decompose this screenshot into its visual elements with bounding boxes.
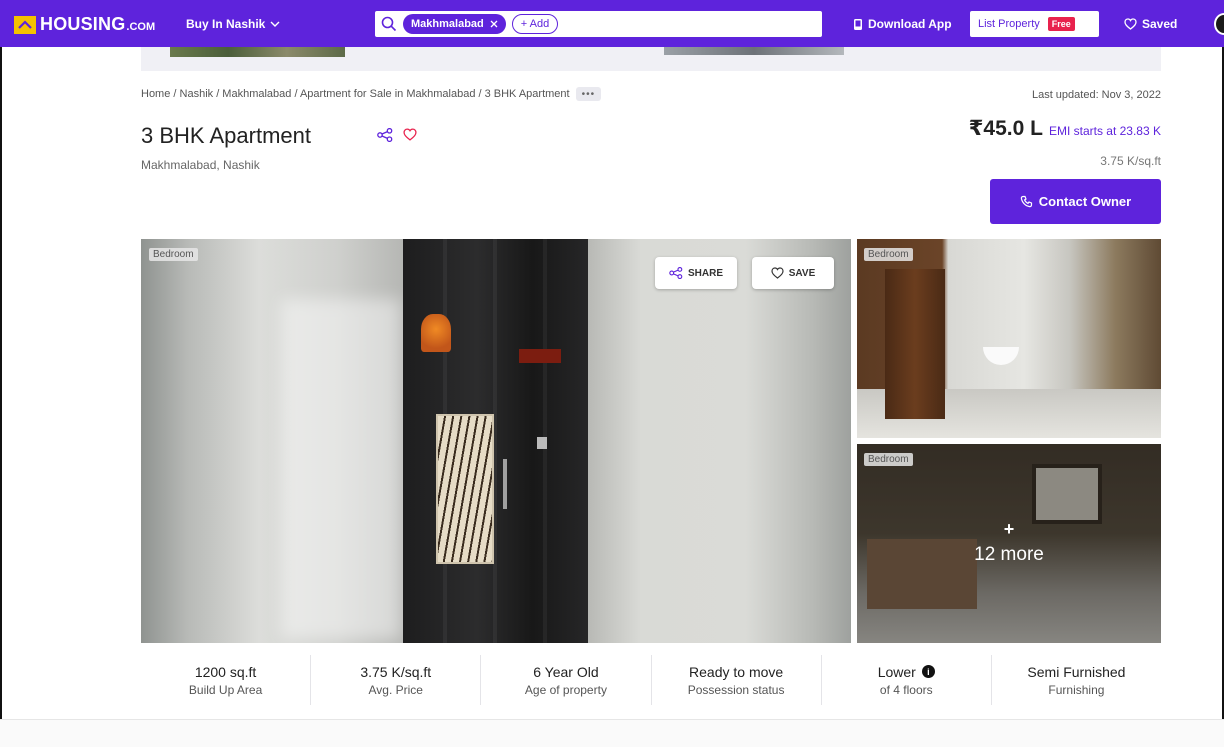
city-select-label: Buy In Nashik — [186, 17, 266, 31]
logo-word: HOUSING — [40, 14, 126, 34]
photo-handle — [503, 459, 507, 509]
free-badge: Free — [1047, 17, 1075, 31]
next-section — [0, 720, 1224, 747]
info-icon[interactable]: i — [921, 665, 935, 678]
photo-tag: Bedroom — [864, 453, 913, 466]
fact-value: 3.75 K/sq.ft — [360, 663, 432, 680]
side-property-photo[interactable]: Bedroom — [857, 239, 1161, 438]
emi-link[interactable]: EMI starts at 23.83 K — [1049, 124, 1161, 138]
fact-avg-price: 3.75 K/sq.ft Avg. Price — [311, 655, 482, 705]
share-icon — [669, 267, 683, 279]
breadcrumb: Home / Nashik / Makhmalabad / Apartment … — [141, 87, 602, 101]
city-select[interactable]: Buy In Nashik — [186, 17, 280, 31]
fact-value: Ready to move — [689, 663, 784, 680]
price: ₹45.0 L — [968, 117, 1043, 140]
fact-value: Lower — [877, 663, 916, 680]
add-locality-button[interactable]: + Add — [511, 14, 559, 34]
fact-furnishing: Semi Furnished Furnishing — [992, 655, 1161, 705]
page-title: 3 BHK Apartment — [141, 123, 311, 148]
close-icon[interactable] — [490, 20, 498, 28]
save-button[interactable]: SAVE — [752, 257, 834, 289]
photo-switch — [537, 437, 547, 449]
fact-label: Avg. Price — [368, 682, 423, 697]
list-property-button[interactable]: List Property Free — [970, 11, 1099, 37]
photo-nameplate — [519, 349, 561, 363]
fact-floor: Lower i of 4 floors — [822, 655, 992, 705]
photo-grill — [436, 414, 494, 564]
photo-idol — [421, 314, 451, 352]
title-actions — [377, 128, 417, 142]
fact-value: Semi Furnished — [1027, 663, 1126, 680]
fact-value: 1200 sq.ft — [194, 663, 257, 680]
fact-possession: Ready to move Possession status — [652, 655, 822, 705]
more-plus-icon: + — [1003, 519, 1015, 539]
strip-thumbnail[interactable] — [170, 47, 345, 57]
strip-thumbnail[interactable] — [664, 47, 844, 55]
contact-owner-label: Contact Owner — [1038, 194, 1132, 209]
breadcrumb-path[interactable]: Home / Nashik / Makhmalabad / Apartment … — [141, 88, 570, 100]
saved-link[interactable]: Saved — [1124, 17, 1177, 31]
breadcrumb-more-button[interactable]: ••• — [575, 87, 602, 101]
photo-door — [885, 269, 945, 419]
heart-icon — [1124, 18, 1137, 30]
photo-door — [403, 239, 588, 643]
fact-value: 6 Year Old — [533, 663, 599, 680]
price-per-sqft: 3.75 K/sq.ft — [1100, 154, 1161, 168]
chevron-down-icon — [270, 21, 280, 27]
photo-wall — [588, 239, 851, 643]
heart-icon — [771, 267, 784, 279]
phone-icon — [854, 18, 862, 30]
contact-owner-button[interactable]: Contact Owner — [990, 179, 1161, 224]
house-logo-icon — [14, 15, 36, 34]
property-facts: 1200 sq.ft Build Up Area 3.75 K/sq.ft Av… — [141, 655, 1161, 705]
fact-value-row: Lower i — [878, 664, 935, 680]
share-label: SHARE — [687, 267, 723, 279]
photo-tag: Bedroom — [864, 248, 913, 261]
search-icon — [381, 16, 397, 32]
locality-text: Makhmalabad, Nashik — [141, 158, 260, 172]
phone-call-icon — [1020, 195, 1032, 208]
share-icon[interactable] — [377, 128, 393, 142]
fact-label: Build Up Area — [188, 682, 263, 697]
fact-build-up-area: 1200 sq.ft Build Up Area — [141, 655, 312, 705]
photo-sink — [983, 347, 1019, 365]
more-photos-count: 12 more — [974, 544, 1044, 565]
photo-light — [281, 299, 401, 639]
list-property-label: List Property — [978, 18, 1040, 30]
price-row: ₹45.0 L EMI starts at 23.83 K — [969, 116, 1161, 141]
fact-label: Age of property — [524, 682, 607, 697]
fact-label: of 4 floors — [879, 682, 933, 697]
saved-label: Saved — [1142, 17, 1178, 31]
share-button[interactable]: SHARE — [655, 257, 737, 289]
last-updated: Last updated: Nov 3, 2022 — [1031, 89, 1161, 101]
heart-icon[interactable] — [403, 128, 417, 141]
fact-label: Possession status — [687, 682, 785, 697]
fact-label: Furnishing — [1048, 682, 1105, 697]
locality-chip-label: Makhmalabad — [411, 18, 484, 30]
photo-tag: Bedroom — [149, 248, 198, 261]
fact-age: 6 Year Old Age of property — [481, 655, 652, 705]
search-bar[interactable]: Makhmalabad + Add — [375, 11, 822, 37]
main-property-photo[interactable]: Bedroom SHARE SAVE — [141, 239, 851, 643]
locality-chip[interactable]: Makhmalabad — [403, 14, 506, 34]
save-label: SAVE — [788, 267, 816, 279]
logo-suffix: .COM — [126, 20, 156, 33]
download-app-label: Download App — [868, 17, 952, 31]
download-app-link[interactable]: Download App — [853, 17, 952, 31]
housing-logo[interactable]: HOUSING .COM — [14, 14, 155, 35]
